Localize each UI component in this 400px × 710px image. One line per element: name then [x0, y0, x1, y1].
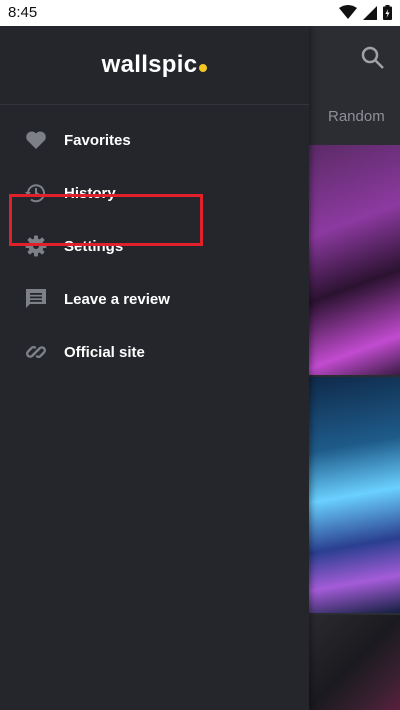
status-icons: [339, 5, 392, 20]
wifi-icon: [339, 5, 357, 19]
logo-text: wallspic: [101, 51, 198, 78]
menu-label-official-site: Official site: [64, 343, 145, 361]
logo-dot: [199, 64, 208, 72]
menu-label-favorites: Favorites: [64, 131, 131, 149]
link-icon: [24, 340, 48, 364]
navigation-drawer: wallspic Favorites History Settings Leav…: [0, 26, 309, 710]
signal-icon: [363, 5, 377, 20]
battery-icon: [383, 5, 392, 20]
status-bar: 8:45: [0, 0, 400, 26]
search-button[interactable]: [360, 45, 386, 71]
menu-item-leave-review[interactable]: Leave a review: [0, 273, 309, 325]
tab-random[interactable]: Random: [328, 108, 385, 125]
menu-item-official-site[interactable]: Official site: [0, 326, 309, 378]
drawer-divider: [0, 104, 309, 105]
status-time: 8:45: [8, 4, 38, 21]
settings-highlight-box: [9, 194, 203, 246]
menu-label-leave-review: Leave a review: [64, 290, 170, 308]
wallpaper-thumbnail[interactable]: [309, 377, 400, 613]
menu-item-favorites[interactable]: Favorites: [0, 114, 309, 166]
wallpaper-thumbnail[interactable]: [309, 145, 400, 375]
wallpaper-thumbnail[interactable]: [309, 615, 400, 710]
heart-icon: [24, 128, 48, 152]
app-logo: wallspic: [0, 51, 309, 79]
search-icon: [361, 46, 384, 69]
comment-icon: [24, 287, 48, 311]
